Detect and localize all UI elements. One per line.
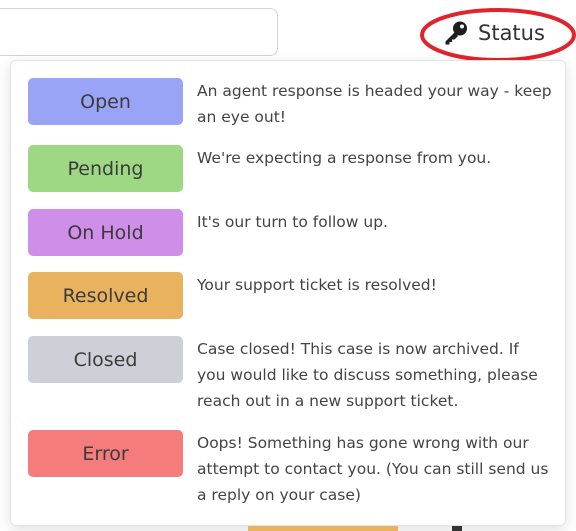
status-description-on-hold: It's our turn to follow up. [197, 213, 388, 231]
status-description-open: An agent response is headed your way - k… [197, 82, 552, 126]
status-badge-on-hold: On Hold [28, 209, 183, 256]
status-badge-closed: Closed [28, 336, 183, 383]
status-label: Status [478, 21, 545, 45]
status-legend-panel: Open An agent response is headed your wa… [10, 60, 566, 526]
status-description-error: Oops! Something has gone wrong with our … [197, 434, 549, 504]
status-description-pending: We're expecting a response from you. [197, 149, 492, 167]
status-description-resolved: Your support ticket is resolved! [197, 276, 437, 294]
status-badge-pending: Pending [28, 145, 183, 192]
status-badge-error: Error [28, 430, 183, 477]
status-description-closed: Case closed! This case is now archived. … [197, 340, 538, 410]
status-button[interactable]: Status [443, 16, 545, 50]
key-icon [445, 21, 467, 45]
underlying-element-edge [452, 526, 462, 531]
status-badge-resolved: Resolved [28, 272, 183, 319]
status-badge-open: Open [28, 78, 183, 125]
search-input[interactable] [0, 8, 278, 56]
underlying-resolved-badge-edge [248, 526, 398, 531]
